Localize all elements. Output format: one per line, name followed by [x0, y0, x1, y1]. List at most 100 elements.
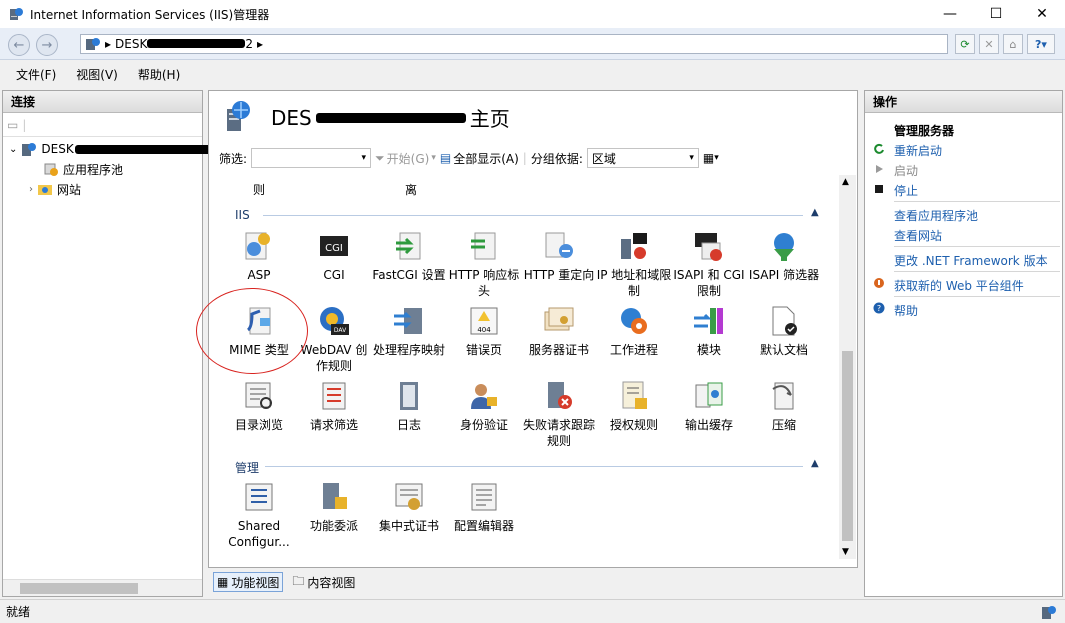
- feature-handler-mappings[interactable]: 处理程序映射: [371, 304, 447, 358]
- section-management: 管理: [235, 461, 260, 475]
- feature-http-response-headers[interactable]: HTTP 响应标头: [446, 229, 522, 299]
- feature-label: 功能委派: [309, 519, 358, 533]
- action-restart[interactable]: 重新启动: [894, 142, 942, 159]
- close-button[interactable]: ✕: [1019, 0, 1065, 28]
- svg-text:404: 404: [477, 326, 491, 334]
- feature-isapi-filters[interactable]: ISAPI 筛选器: [746, 229, 822, 283]
- action-view-sites[interactable]: 查看网站: [894, 227, 942, 244]
- feature-server-certificates[interactable]: 服务器证书: [521, 304, 597, 358]
- fastcgi-icon: [396, 232, 421, 260]
- address-separator: ▸: [105, 37, 112, 51]
- show-all-button[interactable]: ▤ 全部显示(A): [440, 150, 519, 167]
- scroll-thumb[interactable]: [20, 583, 138, 594]
- group-by-select[interactable]: 区域 ▾: [586, 148, 699, 168]
- feature-failed-request-tracing[interactable]: 失败请求跟踪规则: [521, 379, 597, 449]
- menu-view[interactable]: 视图(V): [76, 66, 118, 83]
- feature-request-filtering[interactable]: 请求筛选: [296, 379, 372, 433]
- refresh-button[interactable]: ⟳: [955, 34, 975, 54]
- feature-fastcgi[interactable]: FastCGI 设置: [371, 229, 447, 283]
- configuration-editor-icon: [471, 483, 497, 511]
- expand-chevron-icon[interactable]: ›: [29, 184, 33, 195]
- feature-authorization-rules[interactable]: 授权规则: [596, 379, 672, 433]
- horizontal-scrollbar[interactable]: [3, 579, 202, 596]
- action-view-app-pools[interactable]: 查看应用程序池: [894, 207, 978, 224]
- feature-label: 集中式证书: [378, 519, 439, 533]
- menu-help[interactable]: 帮助(H): [138, 66, 180, 83]
- feature-logging[interactable]: 日志: [371, 379, 447, 433]
- maximize-button[interactable]: ☐: [973, 0, 1019, 28]
- request-filtering-icon: [322, 382, 346, 410]
- feature-webdav-authoring-rules[interactable]: DAV WebDAV 创作规则: [296, 304, 372, 374]
- annotation-circle: [196, 288, 308, 374]
- action-help[interactable]: 帮助: [894, 302, 918, 319]
- tree-app-pools[interactable]: 应用程序池: [43, 160, 123, 178]
- tab-features-view[interactable]: ▦ 功能视图: [213, 572, 284, 592]
- tab-content-view[interactable]: 🗀 内容视图: [289, 572, 358, 592]
- tab-label: 功能视图: [231, 575, 280, 590]
- status-bar: 就绪: [0, 599, 1065, 623]
- help-dropdown-button[interactable]: ?▾: [1027, 34, 1055, 54]
- server-name: DESK: [41, 142, 74, 156]
- back-button[interactable]: ←: [8, 34, 30, 56]
- tree-sites[interactable]: › 网站: [29, 180, 81, 198]
- host-suffix: 2: [245, 37, 253, 51]
- handler-mappings-icon: [394, 308, 422, 334]
- collapse-iis-icon[interactable]: ▲: [811, 207, 819, 218]
- section-iis: IIS: [235, 208, 250, 222]
- stop-x-icon: ✕: [984, 37, 994, 51]
- scroll-up-icon[interactable]: ▲: [842, 177, 849, 187]
- home-icon: ⌂: [1009, 37, 1017, 51]
- feature-delegation[interactable]: 功能委派: [296, 480, 372, 534]
- feature-label: 请求筛选: [309, 418, 358, 432]
- feature-http-redirect[interactable]: HTTP 重定向: [521, 229, 597, 283]
- home-button[interactable]: ⌂: [1003, 34, 1023, 54]
- feature-shared-configuration[interactable]: Shared Configur...: [221, 480, 297, 550]
- feature-label: 目录浏览: [234, 418, 283, 432]
- dropdown-arrow-icon: ▾: [361, 153, 367, 163]
- web-platform-icon: [874, 278, 884, 288]
- scroll-thumb[interactable]: [842, 351, 853, 541]
- feature-label: FastCGI 设置: [372, 268, 446, 282]
- menu-file[interactable]: 文件(F): [16, 66, 56, 83]
- back-arrow-icon: ←: [13, 37, 25, 53]
- action-start[interactable]: 启动: [894, 162, 918, 179]
- feature-centralized-certificates[interactable]: 集中式证书: [371, 480, 447, 534]
- feature-default-document[interactable]: 默认文档: [746, 304, 822, 358]
- stop-button[interactable]: ✕: [979, 34, 999, 54]
- address-host[interactable]: DESK 2: [115, 37, 253, 51]
- connect-icon[interactable]: ▭: [7, 118, 18, 132]
- start-filter-button[interactable]: ⏷ 开始(G) ▾: [375, 150, 436, 167]
- server-large-icon: [227, 101, 250, 131]
- feature-isapi-cgi-restrictions[interactable]: ISAPI 和 CGI 限制: [671, 229, 747, 299]
- collapse-management-icon[interactable]: ▲: [811, 458, 819, 469]
- feature-error-pages[interactable]: 404 错误页: [446, 304, 522, 358]
- action-get-web-platform[interactable]: 获取新的 Web 平台组件: [894, 277, 1024, 294]
- forward-button[interactable]: →: [36, 34, 58, 56]
- minimize-button[interactable]: —: [927, 0, 973, 28]
- feature-configuration-editor[interactable]: 配置编辑器: [446, 480, 522, 534]
- feature-directory-browsing[interactable]: 目录浏览: [221, 379, 297, 433]
- action-change-net-framework[interactable]: 更改 .NET Framework 版本: [894, 252, 1048, 269]
- vertical-scrollbar[interactable]: ▲ ▼: [839, 175, 856, 559]
- feature-worker-processes[interactable]: 工作进程: [596, 304, 672, 358]
- feature-compression[interactable]: 压缩: [746, 379, 822, 433]
- actions-header: 操作: [865, 91, 1062, 113]
- feature-output-caching[interactable]: 输出缓存: [671, 379, 747, 433]
- svg-text:CGI: CGI: [325, 243, 343, 254]
- tree-server-node[interactable]: ⌄ DESK: [9, 140, 225, 158]
- address-field[interactable]: ▸ DESK 2 ▸: [80, 34, 948, 54]
- ip-restrictions-icon: [621, 233, 647, 259]
- filter-input[interactable]: ▾: [251, 148, 372, 168]
- view-mode-button[interactable]: ▦ ▾: [703, 151, 719, 165]
- error-pages-icon: 404: [470, 307, 498, 335]
- expand-chevron-icon[interactable]: ⌄: [9, 144, 17, 155]
- feature-cgi[interactable]: CGI CGI: [296, 229, 372, 283]
- scroll-down-icon[interactable]: ▼: [842, 547, 849, 557]
- feature-ip-domain-restrictions[interactable]: IP 地址和域限制: [596, 229, 672, 299]
- compression-icon: [772, 382, 794, 410]
- feature-modules[interactable]: 模块: [671, 304, 747, 358]
- feature-asp[interactable]: ASP: [221, 229, 297, 283]
- feature-authentication[interactable]: 身份验证: [446, 379, 522, 433]
- help-icon: ?: [873, 302, 885, 314]
- action-stop[interactable]: 停止: [894, 182, 918, 199]
